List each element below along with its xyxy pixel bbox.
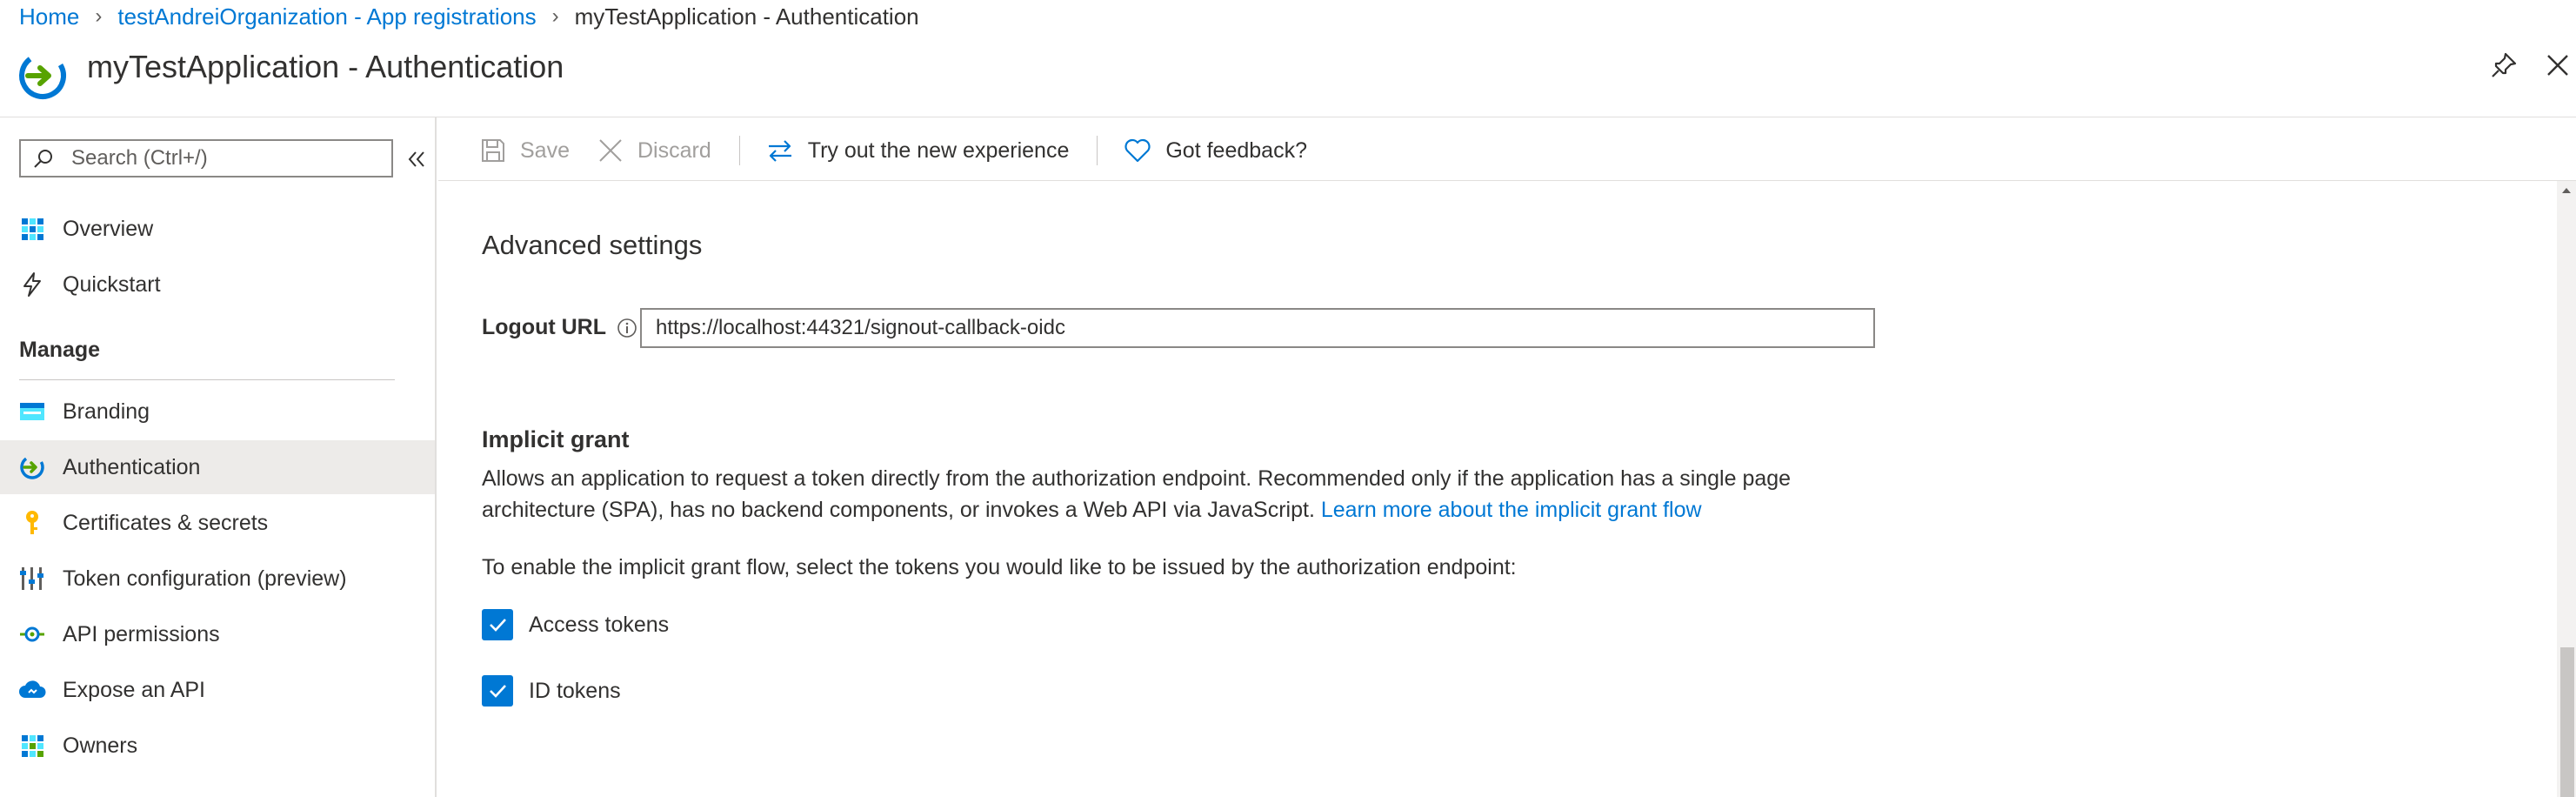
lightning-icon bbox=[17, 270, 47, 299]
sidebar-item-label: Overview bbox=[63, 216, 154, 241]
token-config-icon bbox=[17, 564, 47, 593]
sidebar-item-label: Quickstart bbox=[63, 271, 161, 297]
breadcrumb-current: myTestApplication - Authentication bbox=[574, 3, 919, 30]
save-button[interactable]: Save bbox=[480, 137, 570, 164]
command-bar: Save Discard Try out the new experience … bbox=[480, 131, 1335, 171]
pin-icon[interactable] bbox=[2489, 50, 2519, 80]
checkmark-icon bbox=[490, 685, 506, 698]
sidebar-item-authentication[interactable]: Authentication bbox=[0, 440, 435, 494]
logout-url-input[interactable] bbox=[640, 308, 1875, 348]
chevron-right-icon: › bbox=[551, 4, 559, 28]
sidebar-item-api-permissions[interactable]: API permissions bbox=[0, 607, 435, 661]
close-icon[interactable] bbox=[2543, 50, 2573, 80]
sidebar-item-label: Token configuration (preview) bbox=[63, 566, 347, 591]
scroll-up-arrow-icon[interactable] bbox=[2560, 184, 2573, 197]
save-icon bbox=[482, 139, 504, 162]
feedback-button[interactable]: Got feedback? bbox=[1124, 137, 1307, 164]
id-tokens-checkbox[interactable] bbox=[482, 675, 513, 707]
id-tokens-checkbox-row[interactable]: ID tokens bbox=[482, 675, 621, 707]
sidebar-item-branding[interactable]: Branding bbox=[0, 385, 435, 439]
heart-icon bbox=[1124, 138, 1151, 163]
toolbar-divider bbox=[438, 180, 2576, 181]
implicit-grant-title: Implicit grant bbox=[482, 426, 630, 452]
switch-arrows-icon bbox=[768, 140, 791, 162]
sidebar-item-certificates[interactable]: Certificates & secrets bbox=[0, 496, 435, 550]
key-icon bbox=[17, 508, 47, 538]
overview-grid-icon bbox=[17, 214, 47, 244]
access-tokens-checkbox-row[interactable]: Access tokens bbox=[482, 609, 669, 640]
access-tokens-label: Access tokens bbox=[529, 612, 670, 637]
sidebar-item-label: Certificates & secrets bbox=[63, 510, 269, 535]
collapse-sidebar-icon[interactable] bbox=[402, 144, 431, 174]
authentication-icon bbox=[17, 452, 47, 482]
sidebar-item-token-configuration[interactable]: Token configuration (preview) bbox=[0, 552, 435, 606]
sidebar-item-overview[interactable]: Overview bbox=[0, 202, 435, 256]
sidebar-item-label: Expose an API bbox=[63, 677, 206, 702]
implicit-grant-instruction: To enable the implicit grant flow, selec… bbox=[482, 555, 1517, 579]
api-permissions-icon bbox=[17, 620, 47, 649]
toolbar-separator bbox=[1097, 136, 1098, 165]
learn-more-link[interactable]: Learn more about the implicit grant flow bbox=[1321, 498, 1702, 522]
logout-url-label: Logout URL bbox=[482, 315, 637, 340]
sidebar-item-quickstart[interactable]: Quickstart bbox=[0, 258, 435, 311]
section-divider bbox=[19, 379, 395, 380]
discard-button[interactable]: Discard bbox=[597, 137, 711, 164]
breadcrumb-app-registrations[interactable]: testAndreiOrganization - App registratio… bbox=[117, 3, 536, 30]
toolbar-separator bbox=[738, 136, 740, 165]
manage-section-label: Manage bbox=[19, 338, 101, 362]
sidebar-item-label: API permissions bbox=[63, 621, 220, 646]
authentication-app-icon bbox=[19, 52, 66, 99]
access-tokens-checkbox[interactable] bbox=[482, 609, 513, 640]
cloud-icon bbox=[17, 675, 47, 705]
info-icon[interactable] bbox=[617, 318, 637, 338]
sidebar-item-label: Branding bbox=[63, 398, 150, 424]
scrollbar-thumb[interactable] bbox=[2560, 647, 2574, 797]
page-title: myTestApplication - Authentication bbox=[87, 49, 564, 84]
checkmark-icon bbox=[490, 619, 506, 632]
sidebar-item-owners[interactable]: Owners bbox=[0, 719, 435, 773]
search-icon bbox=[34, 150, 52, 168]
section-title: Advanced settings bbox=[482, 230, 703, 260]
breadcrumb-home[interactable]: Home bbox=[19, 3, 79, 30]
breadcrumb: Home › testAndreiOrganization - App regi… bbox=[19, 0, 919, 33]
branding-icon bbox=[17, 397, 47, 426]
search-input[interactable] bbox=[70, 145, 377, 171]
sidebar-search[interactable] bbox=[19, 139, 393, 177]
owners-grid-icon bbox=[17, 731, 47, 760]
sidebar-item-label: Authentication bbox=[63, 454, 201, 479]
try-new-experience-button[interactable]: Try out the new experience bbox=[766, 137, 1069, 164]
sidebar-item-label: Owners bbox=[63, 733, 138, 758]
implicit-grant-description: Allows an application to request a token… bbox=[482, 466, 1792, 522]
discard-icon bbox=[599, 139, 622, 162]
chevron-right-icon: › bbox=[95, 4, 103, 28]
id-tokens-label: ID tokens bbox=[529, 678, 621, 703]
sidebar-item-expose-api[interactable]: Expose an API bbox=[0, 663, 435, 717]
